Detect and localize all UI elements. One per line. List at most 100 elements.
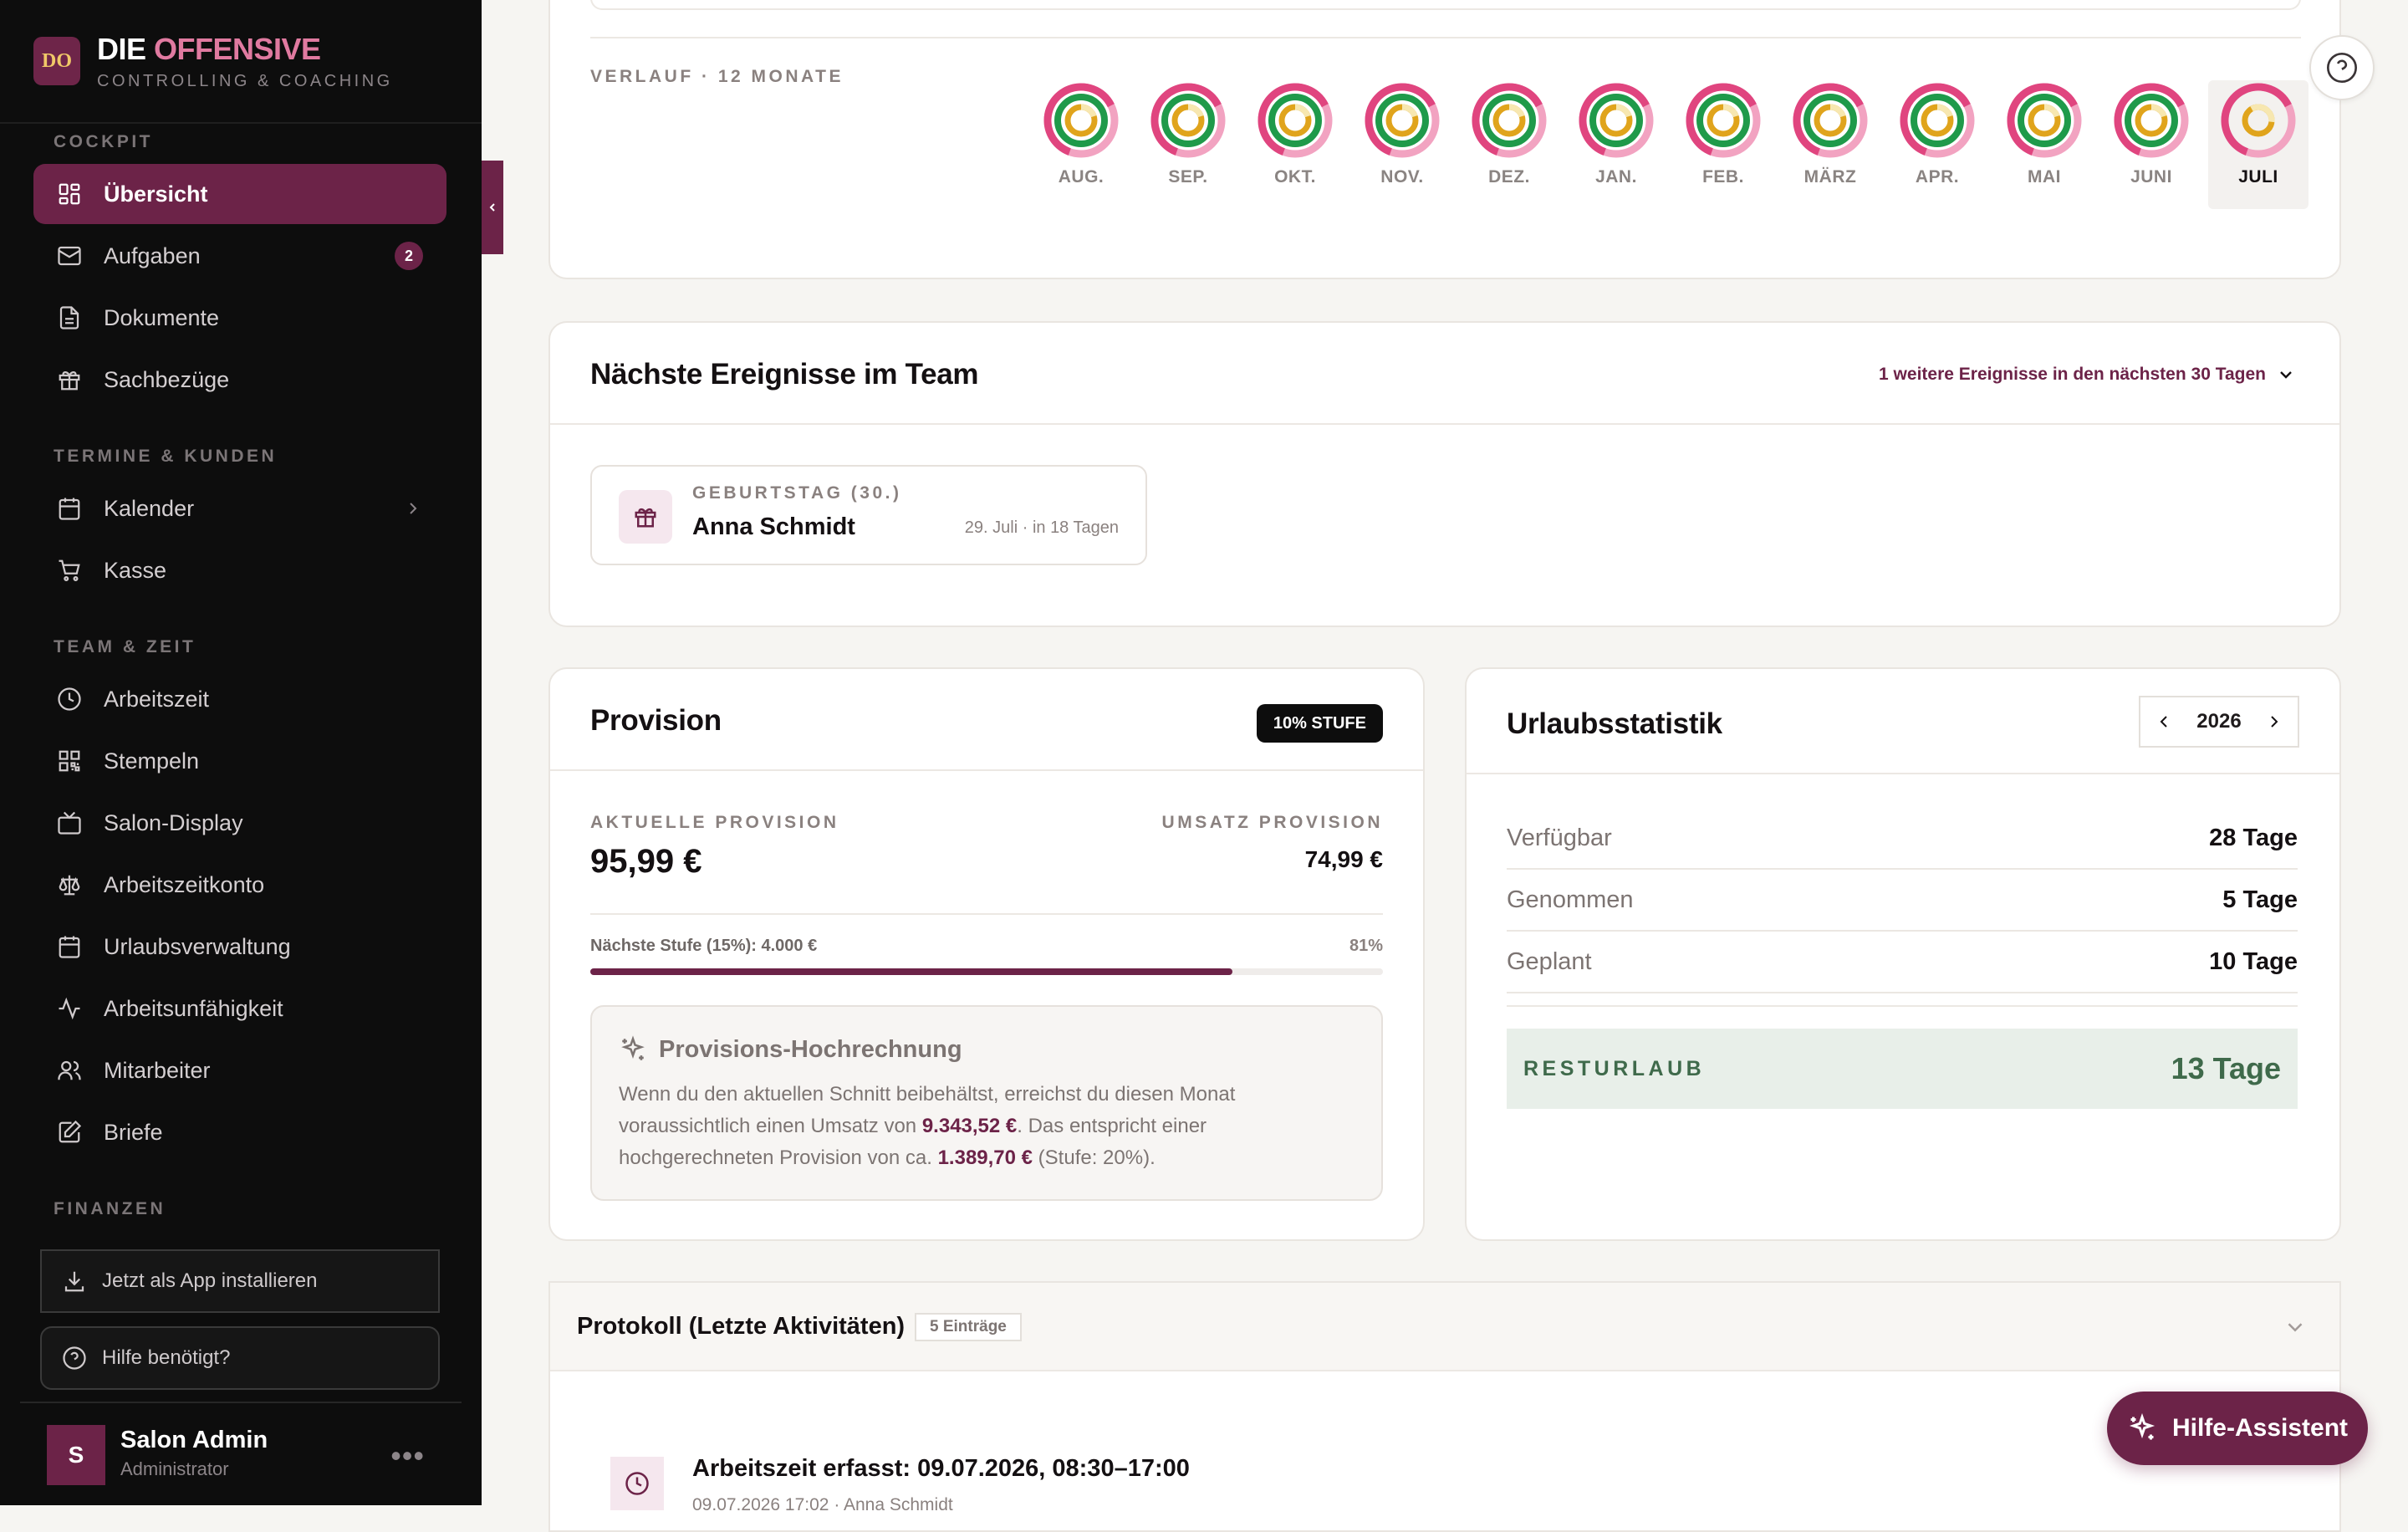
row-label: Geplant: [1507, 947, 1592, 975]
month-ring-3[interactable]: NOV.: [1356, 80, 1448, 206]
chevron-left-icon: [489, 203, 495, 212]
ring-chart-icon: [1900, 83, 1975, 158]
vacation-row-planned: Geplant 10 Tage: [1507, 932, 2298, 993]
sidebar-item-label: Dokumente: [104, 304, 220, 330]
activity-icon: [59, 997, 80, 1020]
ring-chart-icon: [1472, 83, 1547, 158]
month-ring-7[interactable]: MÄRZ: [1784, 80, 1876, 206]
divider: [1507, 1005, 2298, 1007]
divider: [590, 37, 2301, 38]
history-card: VERLAUF · 12 MONATE AUG. SEP. OKT. NOV. DEZ.…: [548, 0, 2341, 279]
chevron-left-icon[interactable]: [2154, 712, 2174, 732]
month-ring-0[interactable]: AUG.: [1035, 80, 1127, 206]
sparkles-icon: [621, 1035, 645, 1060]
next-level-label: Nächste Stufe (15%): 4.000 €: [590, 937, 818, 955]
sidebar-item-sachbezuege[interactable]: Sachbezüge: [33, 350, 446, 410]
month-label: OKT.: [1274, 167, 1316, 186]
collapse-sidebar-button[interactable]: [482, 161, 503, 254]
projection-text-part3: (Stufe: 20%).: [1033, 1146, 1156, 1169]
more-events-label: 1 weitere Ereignisse in den nächsten 30 …: [1879, 365, 2266, 384]
sidebar-item-label: Kalender: [104, 495, 195, 521]
month-ring-5[interactable]: JAN.: [1570, 80, 1662, 206]
assistant-button[interactable]: Hilfe-Assistent: [2107, 1392, 2368, 1465]
current-provision-value: 95,99 €: [590, 843, 702, 880]
sidebar-item-salon-display[interactable]: Salon-Display: [33, 793, 446, 853]
remaining-label: RESTURLAUB: [1523, 1056, 1706, 1080]
install-app-button[interactable]: Jetzt als App installieren: [40, 1249, 440, 1313]
ring-chart-icon: [1043, 83, 1119, 158]
month-ring-11[interactable]: JULI: [2208, 80, 2309, 209]
entry-title: Arbeitszeit erfasst: 09.07.2026, 08:30–1…: [692, 1455, 1190, 1482]
more-events-toggle[interactable]: 1 weitere Ereignisse in den nächsten 30 …: [1879, 365, 2296, 385]
ring-chart-icon: [2007, 83, 2082, 158]
sidebar-item-label: Urlaubsverwaltung: [104, 933, 291, 959]
provision-card: Provision 10% STUFE AKTUELLE PROVISION 9…: [548, 667, 1425, 1241]
events-card: Nächste Ereignisse im Team 1 weitere Ere…: [548, 321, 2341, 627]
sidebar: DO DIE OFFENSIVE CONTROLLING & COACHING …: [0, 0, 482, 1505]
chevron-right-icon[interactable]: [2264, 712, 2284, 732]
sidebar-item-briefe[interactable]: Briefe: [33, 1102, 446, 1162]
sidebar-item-kasse[interactable]: Kasse: [33, 540, 446, 600]
sidebar-item-label: Kasse: [104, 557, 167, 583]
sidebar-item-uebersicht[interactable]: Übersicht: [33, 164, 446, 224]
edit-icon: [59, 1120, 82, 1143]
download-icon: [64, 1271, 84, 1292]
row-value: 28 Tage: [2209, 824, 2298, 851]
provision-title: Provision: [590, 704, 722, 737]
sidebar-item-mitarbeiter[interactable]: Mitarbeiter: [33, 1040, 446, 1100]
sidebar-item-urlaubsverwaltung[interactable]: Urlaubsverwaltung: [33, 917, 446, 977]
sales-provision-label: UMSATZ PROVISION: [1161, 813, 1383, 832]
ring-chart-icon: [1686, 83, 1761, 158]
sidebar-item-arbeitszeitkonto[interactable]: Arbeitszeitkonto: [33, 855, 446, 915]
protocol-title: Protokoll (Letzte Aktivitäten): [577, 1313, 906, 1340]
sidebar-item-label: Übersicht: [104, 181, 208, 207]
month-ring-9[interactable]: MAI: [1998, 80, 2090, 206]
sidebar-item-kalender[interactable]: Kalender: [33, 478, 446, 539]
brand[interactable]: DO DIE OFFENSIVE CONTROLLING & COACHING: [33, 32, 393, 90]
month-ring-6[interactable]: FEB.: [1677, 80, 1769, 206]
grid-icon: [59, 183, 80, 205]
brand-logo: DO: [33, 37, 80, 85]
help-circle-icon: [2327, 53, 2357, 83]
sidebar-item-label: Stempeln: [104, 748, 200, 774]
month-ring-8[interactable]: APR.: [1891, 80, 1983, 206]
user-role: Administrator: [120, 1458, 229, 1479]
current-provision-label: AKTUELLE PROVISION: [590, 813, 839, 832]
more-options-button[interactable]: •••: [390, 1438, 425, 1473]
month-ring-10[interactable]: JUNI: [2105, 80, 2197, 206]
sidebar-item-stempeln[interactable]: Stempeln: [33, 731, 446, 791]
help-button[interactable]: Hilfe benötigt?: [40, 1326, 440, 1390]
user-profile[interactable]: S Salon Admin Administrator •••: [0, 1402, 482, 1505]
sidebar-item-arbeitszeit[interactable]: Arbeitszeit: [33, 669, 446, 729]
sidebar-item-label: Arbeitsunfähigkeit: [104, 995, 283, 1021]
ring-chart-icon: [1258, 83, 1333, 158]
document-icon: [59, 306, 79, 329]
projected-provision: 1.389,70 €: [937, 1146, 1033, 1169]
projection-box: Provisions-Hochrechnung Wenn du den aktu…: [590, 1005, 1383, 1201]
clock-icon: [625, 1472, 649, 1495]
remaining-vacation: RESTURLAUB 13 Tage: [1507, 1029, 2298, 1109]
sidebar-item-aufgaben[interactable]: Aufgaben 2: [33, 226, 446, 286]
month-ring-4[interactable]: DEZ.: [1463, 80, 1555, 206]
sidebar-item-dokumente[interactable]: Dokumente: [33, 288, 446, 348]
event-person: Anna Schmidt: [692, 513, 855, 540]
sparkles-icon: [2129, 1413, 2155, 1440]
divider: [20, 1402, 462, 1403]
progress-track: [590, 968, 1383, 975]
event-date: 29. Juli · in 18 Tagen: [964, 518, 1119, 537]
projection-text: Wenn du den aktuellen Schnitt beibehälts…: [619, 1079, 1288, 1174]
row-value: 5 Tage: [2222, 886, 2298, 913]
month-ring-1[interactable]: SEP.: [1142, 80, 1234, 206]
help-icon-button[interactable]: [2309, 35, 2375, 100]
sales-provision-value: 74,99 €: [1304, 846, 1383, 872]
event-item[interactable]: GEBURTSTAG (30.) Anna Schmidt 29. Juli ·…: [590, 465, 1147, 565]
history-title: VERLAUF · 12 MONATE: [590, 67, 844, 86]
sidebar-item-arbeitsunfaehigkeit[interactable]: Arbeitsunfähigkeit: [33, 978, 446, 1039]
ring-chart-icon: [1579, 83, 1654, 158]
protocol-header[interactable]: Protokoll (Letzte Aktivitäten) 5 Einträg…: [550, 1283, 2339, 1371]
progress-percent: 81%: [1349, 937, 1383, 955]
user-name: Salon Admin: [120, 1427, 268, 1453]
events-title: Nächste Ereignisse im Team: [590, 358, 979, 391]
month-ring-2[interactable]: OKT.: [1249, 80, 1341, 206]
ring-chart-icon: [1793, 83, 1868, 158]
